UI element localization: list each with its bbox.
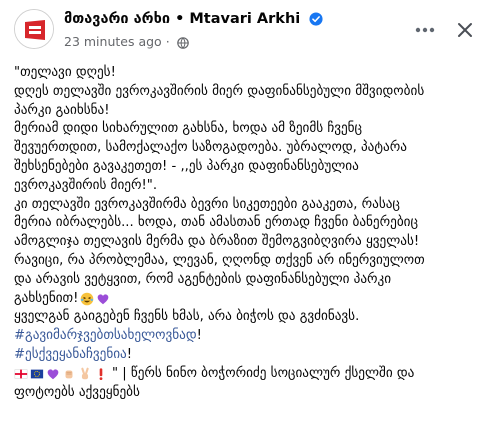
emoji-and-closing-line: " | წერს ნინო ბოჭორიძე სოციალურ ქსელში დ… bbox=[14, 365, 492, 384]
post-line: გახსენით! bbox=[14, 290, 79, 306]
exclamation-emoji bbox=[99, 368, 103, 381]
post-header: მთავარი არხი • Mtavari Arkhi 23 minutes … bbox=[0, 0, 500, 60]
meta-separator: · bbox=[165, 34, 170, 49]
globe-icon[interactable] bbox=[176, 36, 189, 49]
timestamp[interactable]: 23 minutes ago bbox=[64, 34, 162, 49]
close-button[interactable] bbox=[451, 16, 479, 44]
ellipsis-icon bbox=[415, 27, 435, 33]
post-line: პარკი გაიხსნა! bbox=[14, 102, 110, 118]
purple-heart-emoji bbox=[47, 369, 59, 380]
post-line-with-emoji: გახსენით! bbox=[14, 290, 492, 309]
post-line: "თელავი დღეს! bbox=[14, 65, 116, 80]
georgia-flag-emoji bbox=[14, 369, 28, 379]
hashtag-link[interactable]: #გავიმარჯვებთსახელოვნად bbox=[14, 328, 197, 343]
victory-hand-emoji bbox=[81, 367, 89, 380]
raised-fist-emoji bbox=[65, 370, 73, 379]
closing-text: " | წერს ნინო ბოჭორიძე სოციალურ ქსელში დ… bbox=[112, 365, 415, 381]
post-line: ევროკავშირის მიერ!". bbox=[14, 177, 158, 193]
post-line: ფოტოებს აქვეყნებს bbox=[14, 384, 140, 400]
post-line: ამოგლიჯა თელავის მერმა და ბრაზით შემოგვი… bbox=[14, 234, 420, 250]
page-name-text[interactable]: მთავარი არხი • Mtavari Arkhi bbox=[64, 11, 300, 27]
hashtag-suffix: ! bbox=[126, 346, 133, 362]
hashtag-line: #გავიმარჯვებთსახელოვნად! bbox=[14, 327, 492, 346]
post-meta: 23 minutes ago · bbox=[64, 34, 189, 49]
post-line: მერია იბრალებს... ხოდა, თან ამასთან ერთა… bbox=[14, 215, 419, 231]
page-name[interactable]: მთავარი არხი • Mtavari Arkhi bbox=[64, 11, 323, 27]
post-line: შეხსენებები გავაკეთეთ! - ,,ეს პარკი დაფი… bbox=[14, 158, 359, 174]
hashtag-suffix: ! bbox=[196, 328, 202, 344]
post-line: მერიამ დიდი სიხარულით გახსნა, ხოდა ამ ზე… bbox=[14, 121, 363, 137]
more-options-button[interactable] bbox=[411, 16, 439, 44]
hashtag-line: #ესქვეყანაჩვენია! bbox=[14, 346, 492, 365]
post-line: დღეს თელავში ევროკავშირის მიერ დაფინანსე… bbox=[14, 83, 425, 99]
page-avatar[interactable] bbox=[14, 9, 54, 49]
post-line: ყველგან გაიგებენ ჩვენს ხმას, არა ბიჭოს დ… bbox=[14, 309, 360, 325]
purple-heart-emoji bbox=[98, 294, 109, 305]
hashtag-link[interactable]: #ესქვეყანაჩვენია bbox=[14, 347, 127, 362]
post-line: რავიცი, რა პრობლემაა, ლევან, ღღონდ თქვენ… bbox=[14, 252, 425, 268]
close-icon bbox=[458, 23, 472, 37]
eu-flag-emoji bbox=[30, 369, 44, 379]
mtavari-logo-icon bbox=[15, 10, 53, 48]
post-line: შევუერთდით, სამოქალაქო საზოგადოება. უბრა… bbox=[14, 140, 407, 156]
post-text: "თელავი დღეს! დღეს თელავში ევროკავშირის … bbox=[14, 64, 492, 402]
verified-badge-icon bbox=[309, 12, 323, 26]
post-line: კი თელავში ევროკავშირმა ბევრი სიკეთეები … bbox=[14, 196, 400, 212]
post-line: და არავის ვეტყვით, რომ აგენტების დაფინან… bbox=[14, 271, 392, 287]
grinning-squinting-tears-emoji bbox=[81, 292, 94, 306]
